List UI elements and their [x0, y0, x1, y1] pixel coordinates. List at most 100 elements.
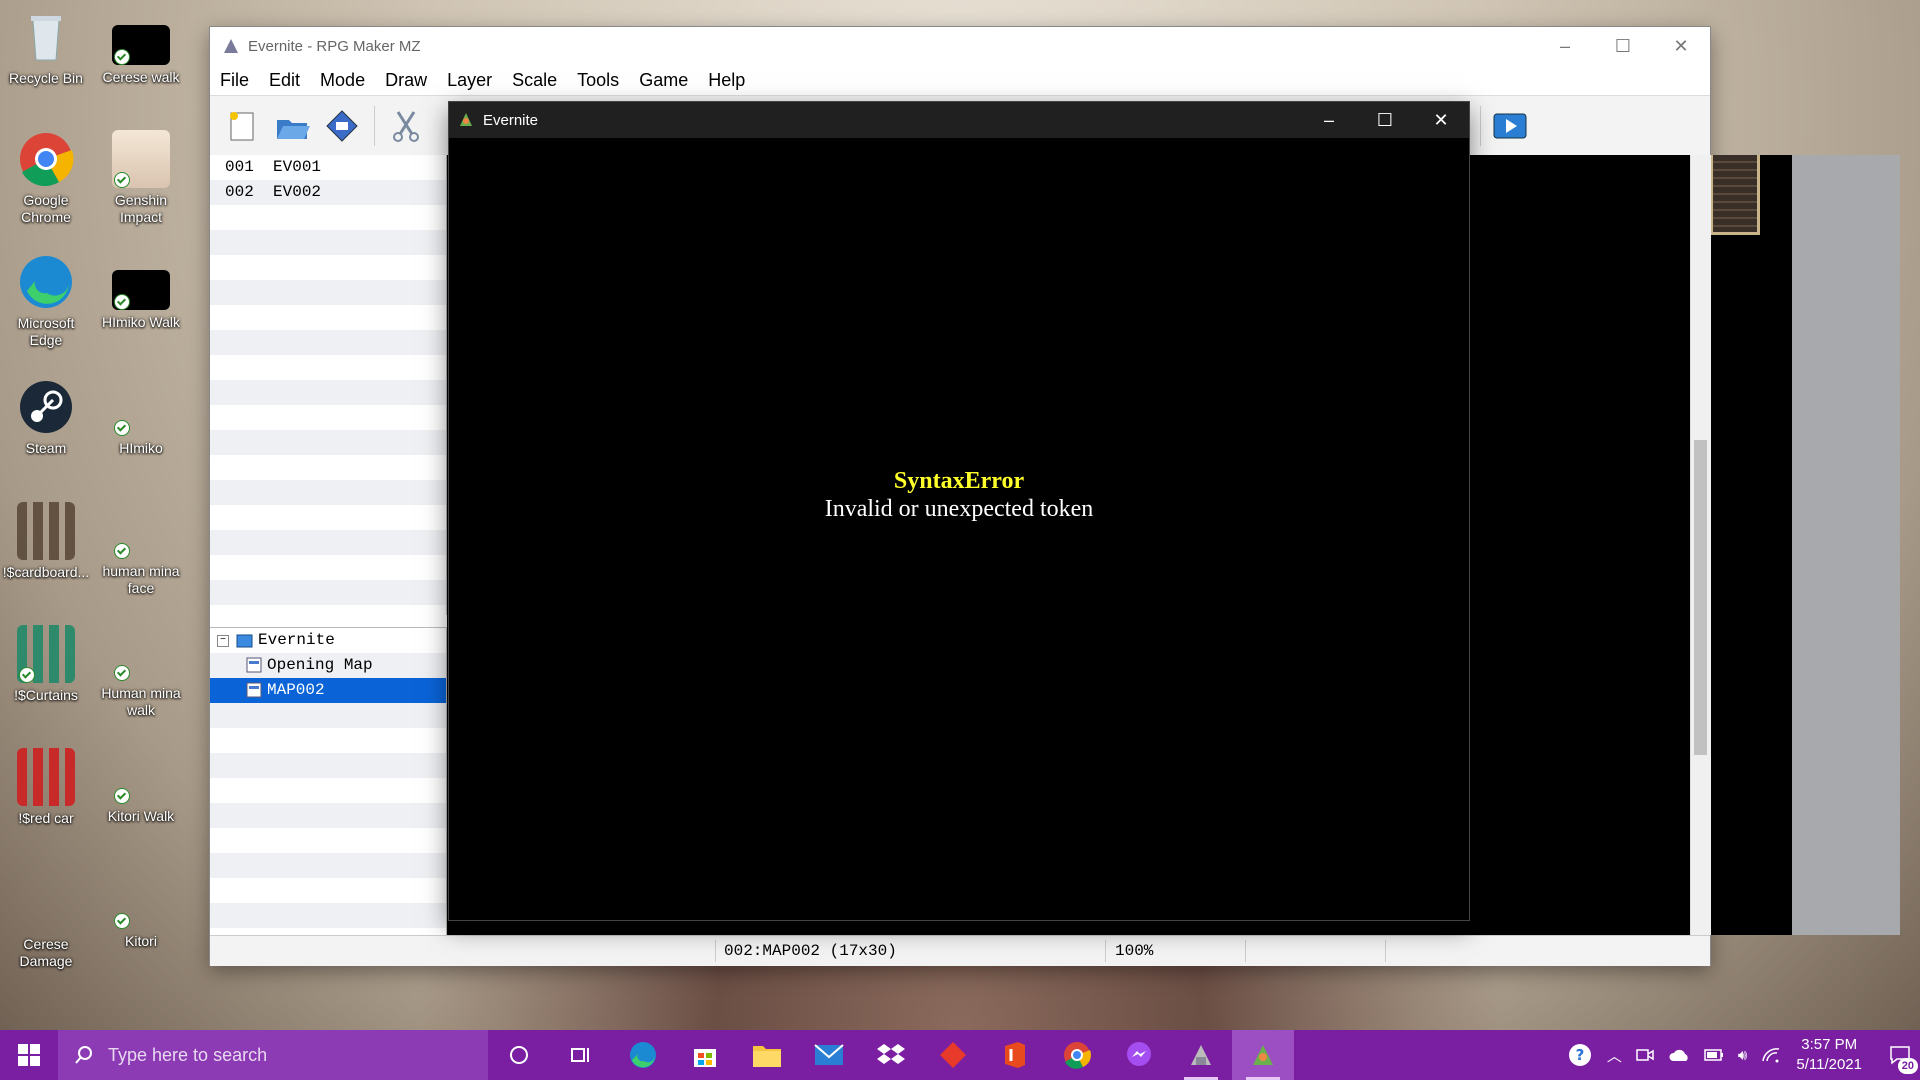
wifi-icon[interactable]	[1761, 1047, 1781, 1063]
menu-scale[interactable]: Scale	[502, 70, 567, 91]
desktop-icon-red-car[interactable]: !$red car	[0, 748, 92, 827]
scrollbar-thumb[interactable]	[1694, 440, 1707, 755]
taskbar-mail[interactable]	[798, 1030, 860, 1080]
minimize-button[interactable]: –	[1536, 27, 1594, 65]
event-row[interactable]: 001 EV001	[210, 155, 446, 180]
windows-logo-icon	[18, 1044, 40, 1066]
event-name: EV002	[273, 183, 322, 201]
menu-game[interactable]: Game	[629, 70, 698, 91]
new-project-icon[interactable]	[224, 108, 260, 144]
title-bar: Evernite - RPG Maker MZ – ☐ ✕	[210, 27, 1710, 65]
open-project-icon[interactable]	[274, 108, 310, 144]
map-item-label: MAP002	[267, 681, 325, 699]
sync-check-icon	[114, 294, 130, 310]
desktop-icon-cerese-damage[interactable]: Cerese Damage	[0, 880, 92, 970]
sprite-sheet-icon	[17, 748, 75, 806]
desktop-icon-label: Steam	[25, 440, 67, 456]
taskbar-messenger[interactable]	[1108, 1030, 1170, 1080]
map-tree-item-selected[interactable]: MAP002	[210, 678, 446, 703]
cortana-button[interactable]	[488, 1030, 550, 1080]
error-message: Invalid or unexpected token	[824, 496, 1094, 522]
rpg-maker-icon	[1191, 1045, 1211, 1065]
desktop-icon-label: HImiko	[119, 440, 163, 456]
game-title-bar: Evernite – ☐ ✕	[449, 102, 1469, 138]
map-tile	[1710, 155, 1760, 235]
menu-file[interactable]: File	[210, 70, 259, 91]
desktop-icon-human-mina-face[interactable]: human mina face	[95, 523, 187, 597]
map-vertical-scrollbar[interactable]	[1690, 155, 1711, 935]
battery-icon[interactable]	[1704, 1049, 1724, 1061]
menu-layer[interactable]: Layer	[437, 70, 502, 91]
desktop-icon-label: !$red car	[18, 810, 74, 826]
start-button[interactable]	[0, 1030, 58, 1080]
menu-tools[interactable]: Tools	[567, 70, 629, 91]
desktop-icon-himiko[interactable]: HImiko	[95, 400, 187, 457]
genshin-icon	[112, 130, 170, 188]
chevron-up-icon[interactable]: ︿	[1607, 1045, 1622, 1066]
desktop-icon-label: Microsoft Edge	[17, 315, 75, 348]
taskbar-evernite-game[interactable]	[1232, 1030, 1294, 1080]
volume-icon[interactable]: 🔊︎	[1738, 1047, 1747, 1064]
clock[interactable]: 3:57 PM 5/11/2021	[1796, 1035, 1862, 1075]
diamond-app-icon	[940, 1042, 966, 1068]
cut-icon[interactable]	[388, 108, 424, 144]
rpg-maker-icon	[224, 39, 238, 53]
map-tree-root[interactable]: − Evernite	[210, 628, 446, 653]
event-row[interactable]: 002 EV002	[210, 180, 446, 205]
game-close-button[interactable]: ✕	[1413, 102, 1469, 138]
taskbar-edge[interactable]	[612, 1030, 674, 1080]
desktop-icon-cerese-walk[interactable]: Cerese walk	[95, 25, 187, 86]
event-name: EV001	[273, 158, 322, 176]
game-minimize-button[interactable]: –	[1301, 102, 1357, 138]
help-icon[interactable]: ?	[1567, 1042, 1593, 1068]
taskbar-store[interactable]	[674, 1030, 736, 1080]
sync-check-icon	[114, 172, 130, 188]
taskbar-office[interactable]	[984, 1030, 1046, 1080]
action-center-button[interactable]: 20	[1880, 1030, 1920, 1080]
game-maximize-button[interactable]: ☐	[1357, 102, 1413, 138]
collapse-toggle-icon[interactable]: −	[217, 635, 229, 647]
status-map-info: 002:MAP002 (17x30)	[724, 942, 897, 960]
maximize-button[interactable]: ☐	[1594, 27, 1652, 65]
recycle-bin-icon	[17, 8, 75, 66]
game-app-icon	[460, 113, 472, 126]
taskbar-chrome[interactable]	[1046, 1030, 1108, 1080]
task-view-button[interactable]	[550, 1030, 612, 1080]
image-file-icon	[112, 523, 170, 559]
image-file-icon	[112, 893, 170, 929]
taskbar-dropbox[interactable]	[860, 1030, 922, 1080]
desktop-icon-microsoft-edge[interactable]: Microsoft Edge	[0, 253, 92, 349]
onedrive-icon[interactable]	[1668, 1048, 1690, 1062]
notification-count-badge: 20	[1897, 1058, 1918, 1074]
menu-mode[interactable]: Mode	[310, 70, 375, 91]
taskbar-rpg-maker[interactable]	[1170, 1030, 1232, 1080]
close-button[interactable]: ✕	[1652, 27, 1710, 65]
sync-check-icon	[19, 667, 35, 683]
sprite-sheet-icon	[17, 625, 75, 683]
playtest-icon[interactable]	[1492, 108, 1528, 144]
desktop-icon-label: human mina face	[102, 563, 180, 596]
search-icon	[75, 1046, 92, 1064]
desktop-icon-steam[interactable]: Steam	[0, 378, 92, 457]
menu-help[interactable]: Help	[698, 70, 755, 91]
desktop-icon-kitori[interactable]: Kitori	[95, 893, 187, 950]
taskbar-red-diamond-app[interactable]	[922, 1030, 984, 1080]
save-project-icon[interactable]	[324, 108, 360, 144]
menu-edit[interactable]: Edit	[259, 70, 310, 91]
desktop-icon-curtains[interactable]: !$Curtains	[0, 625, 92, 704]
desktop-icon-recycle-bin[interactable]: Recycle Bin	[0, 8, 92, 87]
event-list: 001 EV001 002 EV002	[210, 155, 447, 615]
desktop-icon-kitori-walk[interactable]: Kitori Walk	[95, 768, 187, 825]
desktop-icon-cardboard[interactable]: !$cardboard...	[0, 502, 92, 581]
sync-check-icon	[114, 49, 130, 65]
desktop-icon-genshin-impact[interactable]: Genshin Impact	[95, 130, 187, 226]
project-folder-icon	[236, 634, 253, 648]
taskbar-file-explorer[interactable]	[736, 1030, 798, 1080]
taskbar-search-box[interactable]: Type here to search	[58, 1030, 488, 1080]
desktop-icon-google-chrome[interactable]: Google Chrome	[0, 130, 92, 226]
desktop-icon-human-mina-walk[interactable]: Human mina walk	[95, 645, 187, 719]
map-tree-item[interactable]: Opening Map	[210, 653, 446, 678]
meet-now-icon[interactable]	[1636, 1047, 1654, 1063]
desktop-icon-himiko-walk[interactable]: HImiko Walk	[95, 270, 187, 331]
menu-draw[interactable]: Draw	[375, 70, 437, 91]
